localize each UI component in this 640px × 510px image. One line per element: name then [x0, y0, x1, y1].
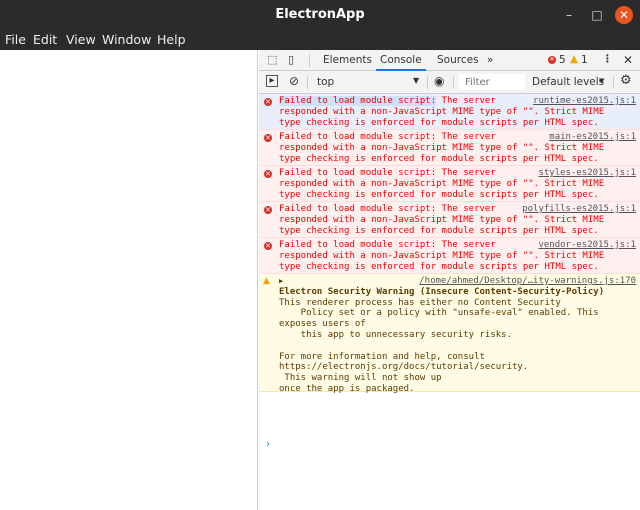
warning-icon: ▲: [263, 276, 270, 286]
expand-arrow-icon[interactable]: ▶: [279, 276, 283, 287]
console-messages: ✕ runtime-es2015.js:1 Failed to load modul…: [259, 94, 640, 450]
error-icon: ✕: [264, 242, 272, 250]
console-error-message[interactable]: ✕ vendor-es2015.js:1 Failed to load module…: [259, 238, 640, 274]
error-icon: ✕: [264, 98, 272, 106]
console-error-message[interactable]: ✕ styles-es2015.js:1 Failed to load module…: [259, 166, 640, 202]
error-icon: ✕: [264, 206, 272, 214]
minimize-button[interactable]: –: [560, 6, 578, 24]
more-tabs-button[interactable]: »: [487, 54, 493, 66]
tab-console[interactable]: Console: [376, 54, 426, 71]
source-link[interactable]: styles-es2015.js:1: [538, 168, 636, 179]
console-error-message[interactable]: ✕ runtime-es2015.js:1 Failed to load modul…: [259, 94, 640, 130]
maximize-button[interactable]: □: [588, 6, 606, 24]
error-text-prefix: Failed to load module script:: [279, 168, 437, 178]
menu-view[interactable]: View: [66, 32, 96, 47]
menu-edit[interactable]: Edit: [33, 32, 57, 47]
error-icon: ✕: [548, 56, 556, 64]
window-title: ElectronApp: [275, 7, 365, 22]
menu-bar: File Edit View Window Help: [0, 30, 640, 50]
error-text-prefix: Failed to load module script:: [279, 240, 437, 250]
device-toggle-icon[interactable]: ▯: [288, 53, 294, 66]
levels-dropdown[interactable]: Default levels: [532, 76, 604, 88]
close-button[interactable]: ✕: [615, 6, 633, 24]
menu-help[interactable]: Help: [157, 32, 186, 47]
source-link[interactable]: polyfills-es2015.js:1: [522, 204, 636, 215]
error-text-prefix: Failed to load module script:: [279, 96, 437, 106]
context-select[interactable]: top: [317, 76, 334, 88]
devtools-panel: ⬚ ▯ Elements Console Sources » ✕ 5 ▲ 1 ⋮…: [259, 50, 640, 510]
source-link[interactable]: main-es2015.js:1: [549, 132, 636, 143]
filter-input[interactable]: [459, 74, 525, 90]
menu-window[interactable]: Window: [102, 32, 151, 47]
close-devtools-icon[interactable]: ✕: [623, 53, 633, 67]
error-text-prefix: Failed to load module script:: [279, 132, 437, 142]
app-content: [0, 50, 258, 510]
source-link[interactable]: runtime-es2015.js:1: [533, 96, 636, 107]
clear-console-icon[interactable]: ⊘: [289, 74, 299, 88]
gear-icon[interactable]: ⚙: [620, 73, 632, 88]
console-toolbar: ▸ ⊘ top ▼ ◉ Default levels ▼ ⚙: [259, 71, 640, 94]
tab-elements[interactable]: Elements: [323, 54, 372, 66]
error-icon: ✕: [264, 170, 272, 178]
eye-icon[interactable]: ◉: [434, 74, 444, 88]
warning-count[interactable]: 1: [581, 54, 588, 66]
error-icon: ✕: [264, 134, 272, 142]
tab-sources[interactable]: Sources: [437, 54, 479, 66]
error-text-prefix: Failed to load module script:: [279, 204, 437, 214]
title-bar: ElectronApp – □ ✕: [0, 0, 640, 30]
devtools-toolbar: ⬚ ▯ Elements Console Sources » ✕ 5 ▲ 1 ⋮…: [259, 50, 640, 71]
warning-icon: ▲: [570, 53, 579, 65]
source-link[interactable]: /home/ahmed/Desktop/…ity-warnings.js:170: [419, 276, 636, 287]
source-link[interactable]: vendor-es2015.js:1: [538, 240, 636, 251]
chevron-down-icon: ▼: [599, 77, 605, 85]
console-warning-message[interactable]: ▲ ▶ /home/ahmed/Desktop/…ity-warnings.js:1…: [259, 274, 640, 394]
chevron-down-icon: ▼: [413, 76, 420, 85]
sidebar-toggle-icon[interactable]: ▸: [266, 75, 278, 87]
kebab-menu-icon[interactable]: ⋮: [602, 53, 613, 65]
menu-file[interactable]: File: [5, 32, 26, 47]
warning-heading: Electron Security Warning (Insecure Cont…: [279, 286, 605, 297]
inspect-icon[interactable]: ⬚: [267, 53, 277, 66]
security-docs-link[interactable]: https://electronjs.org/docs/tutorial/sec…: [279, 362, 523, 372]
console-error-message[interactable]: ✕ main-es2015.js:1 Failed to load module s…: [259, 130, 640, 166]
console-error-message[interactable]: ✕ polyfills-es2015.js:1 Failed to load mod…: [259, 202, 640, 238]
error-count[interactable]: 5: [559, 54, 566, 66]
console-prompt[interactable]: ›: [265, 439, 271, 451]
warning-body: This renderer process has either no Cont…: [279, 297, 599, 362]
